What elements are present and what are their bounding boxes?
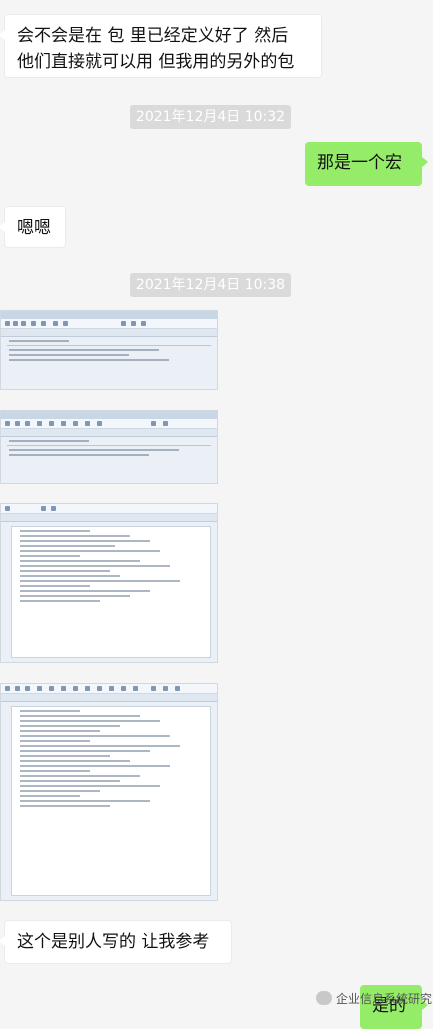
image-message[interactable] [0, 410, 218, 484]
image-message[interactable] [0, 503, 218, 663]
text-line [9, 359, 169, 361]
message-bubble-right[interactable]: 那是一个宏 [305, 142, 428, 186]
text-line [9, 454, 149, 456]
text-line [9, 449, 179, 451]
text-line [9, 440, 89, 442]
code-editor [11, 706, 211, 896]
timestamp: 2021年12月4日 10:38 [130, 273, 291, 297]
code-editor [11, 526, 211, 658]
tabs [1, 694, 217, 702]
text-line [9, 340, 69, 342]
toolbar [1, 419, 217, 429]
wechat-icon [316, 991, 332, 1005]
text-line [9, 349, 159, 351]
image-message[interactable] [0, 310, 218, 390]
toolbar [1, 504, 217, 514]
watermark-text: 企业信息系统研究 [336, 991, 433, 1006]
toolbar [1, 319, 217, 329]
window-titlebar [1, 411, 217, 419]
window-titlebar [1, 311, 217, 319]
divider [7, 345, 211, 346]
text-line [9, 354, 129, 356]
toolbar [1, 684, 217, 694]
message-bubble-left[interactable]: 会不会是在 包 里已经定义好了 然后 他们直接就可以用 但我用的另外的包 [0, 14, 322, 78]
divider [7, 445, 211, 446]
image-message[interactable] [0, 683, 218, 901]
watermark: 企业信息系统研究 [316, 988, 432, 1008]
message-bubble-left[interactable]: 这个是别人写的 让我参考 [0, 920, 232, 964]
timestamp: 2021年12月4日 10:32 [130, 105, 291, 129]
toolbar-secondary [1, 429, 217, 437]
toolbar-secondary [1, 329, 217, 337]
message-bubble-left[interactable]: 嗯嗯 [0, 206, 66, 248]
tabs [1, 514, 217, 522]
